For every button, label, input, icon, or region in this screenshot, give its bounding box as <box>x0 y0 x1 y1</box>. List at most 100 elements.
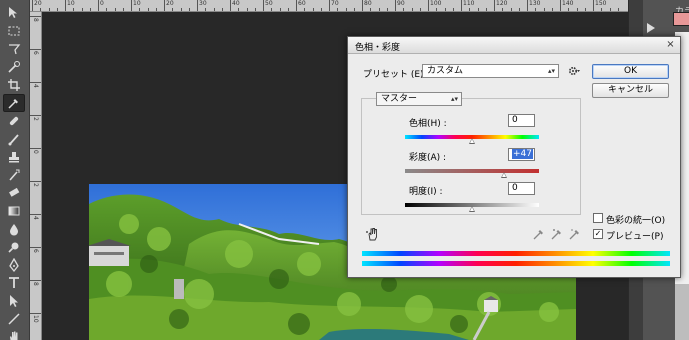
ruler-label: 60 <box>298 0 306 7</box>
move-icon[interactable] <box>3 4 25 22</box>
ruler-minor-tick <box>180 8 182 11</box>
ruler-label: 140 <box>562 0 574 7</box>
lightness-label: 明度(I) : <box>409 187 443 197</box>
preset-select[interactable]: カスタム ▴▾ <box>422 64 559 78</box>
ruler-minor-tick <box>89 8 91 11</box>
ruler-tick <box>30 280 41 281</box>
marquee-icon[interactable] <box>3 22 25 40</box>
ruler-label: 130 <box>529 0 541 7</box>
horizontal-ruler[interactable]: 20 10 0 10 20 30 40 50 60 70 80 90 100 110 120 130 140 15… <box>30 0 628 12</box>
ruler-tick <box>30 181 41 182</box>
hue-input[interactable]: 0 <box>508 114 535 127</box>
ruler-label: 100 <box>430 0 442 7</box>
ruler-label: 120 <box>496 0 508 7</box>
healing-brush-icon[interactable] <box>3 112 25 130</box>
ruler-minor-tick <box>568 8 570 11</box>
adjustment-group <box>361 98 581 215</box>
ruler-minor-tick <box>601 8 603 11</box>
cancel-button[interactable]: キャンセル <box>592 83 669 98</box>
ruler-minor-tick <box>106 8 108 11</box>
ruler-minor-tick <box>320 8 322 11</box>
ruler-tick <box>593 0 594 11</box>
ruler-minor-tick <box>238 8 240 11</box>
ruler-tick <box>263 0 264 11</box>
ruler-minor-tick <box>155 8 157 11</box>
ruler-minor-tick <box>73 8 75 11</box>
ruler-tick <box>197 0 198 11</box>
ruler-minor-tick <box>477 8 479 11</box>
saturation-label: 彩度(A) : <box>409 153 447 163</box>
path-select-icon[interactable] <box>3 292 25 310</box>
blur-icon[interactable] <box>3 220 25 238</box>
ruler-label: 70 <box>331 0 339 7</box>
eyedropper-minus-icon[interactable] <box>569 228 581 240</box>
ruler-label: 2 <box>32 183 39 187</box>
ruler-tick <box>131 0 132 11</box>
hand-icon[interactable] <box>3 328 25 340</box>
lasso-icon[interactable] <box>3 40 25 58</box>
ruler-minor-tick <box>254 8 256 11</box>
ruler-minor-tick <box>518 8 520 11</box>
ruler-minor-tick <box>386 8 388 11</box>
foreground-color-swatch[interactable] <box>673 12 689 26</box>
ruler-minor-tick <box>378 8 380 11</box>
ruler-tick <box>30 148 41 149</box>
crop-icon[interactable] <box>3 76 25 94</box>
ruler-label: 2 <box>32 117 39 121</box>
ruler-minor-tick <box>510 8 512 11</box>
ruler-tick <box>30 16 41 17</box>
ruler-tick <box>30 247 41 248</box>
ruler-minor-tick <box>221 8 223 11</box>
preset-label: プリセット (E) : <box>363 70 430 80</box>
play-icon[interactable] <box>647 23 655 33</box>
pen-icon[interactable] <box>3 256 25 274</box>
saturation-slider-thumb[interactable] <box>501 172 507 178</box>
preset-options-gear-icon[interactable] <box>567 65 581 77</box>
clone-stamp-icon[interactable] <box>3 148 25 166</box>
hue-slider-thumb[interactable] <box>469 138 475 144</box>
ruler-tick <box>30 82 41 83</box>
lightness-slider-thumb[interactable] <box>469 206 475 212</box>
ruler-label: 10 <box>32 315 39 323</box>
dodge-icon[interactable] <box>3 238 25 256</box>
lightness-input[interactable]: 0 <box>508 182 535 195</box>
ruler-minor-tick <box>609 8 611 11</box>
ruler-minor-tick <box>122 8 124 11</box>
eyedropper-plus-icon[interactable] <box>551 228 563 240</box>
tool-bar <box>0 0 30 340</box>
eyedropper-icon[interactable] <box>533 228 545 240</box>
eraser-icon[interactable] <box>3 184 25 202</box>
ruler-tick <box>30 115 41 116</box>
preview-checkbox[interactable]: ✓ <box>593 229 603 239</box>
ruler-minor-tick <box>114 8 116 11</box>
line-icon[interactable] <box>3 310 25 328</box>
eyedropper-icon[interactable] <box>3 94 25 112</box>
ruler-label: 110 <box>463 0 475 7</box>
type-icon[interactable] <box>3 274 25 292</box>
ruler-tick <box>461 0 462 11</box>
ruler-minor-tick <box>287 8 289 11</box>
close-icon[interactable]: × <box>664 39 677 51</box>
ruler-tick <box>98 0 99 11</box>
colorize-checkbox[interactable] <box>593 213 603 223</box>
brush-icon[interactable] <box>3 130 25 148</box>
ruler-minor-tick <box>304 8 306 11</box>
dialog-title: 色相・彩度 <box>355 43 401 53</box>
ruler-tick <box>32 0 33 11</box>
gradient-icon[interactable] <box>3 202 25 220</box>
ruler-tick <box>30 49 41 50</box>
saturation-input[interactable]: +47 <box>508 148 535 161</box>
channel-select[interactable]: マスター ▴▾ <box>376 92 462 106</box>
ruler-minor-tick <box>279 8 281 11</box>
ruler-minor-tick <box>452 8 454 11</box>
ruler-label: 20 <box>166 0 174 7</box>
quick-select-icon[interactable] <box>3 58 25 76</box>
ok-button[interactable]: OK <box>592 64 669 79</box>
ruler-label: 10 <box>133 0 141 7</box>
dialog-title-bar[interactable]: 色相・彩度 × <box>348 37 680 54</box>
channel-value: マスター <box>381 94 418 104</box>
vertical-ruler[interactable]: 8 6 4 2 0 2 4 6 8 10 <box>30 12 42 340</box>
on-image-adjust-hand-icon[interactable] <box>366 227 380 241</box>
ruler-minor-tick <box>337 8 339 11</box>
history-brush-icon[interactable] <box>3 166 25 184</box>
